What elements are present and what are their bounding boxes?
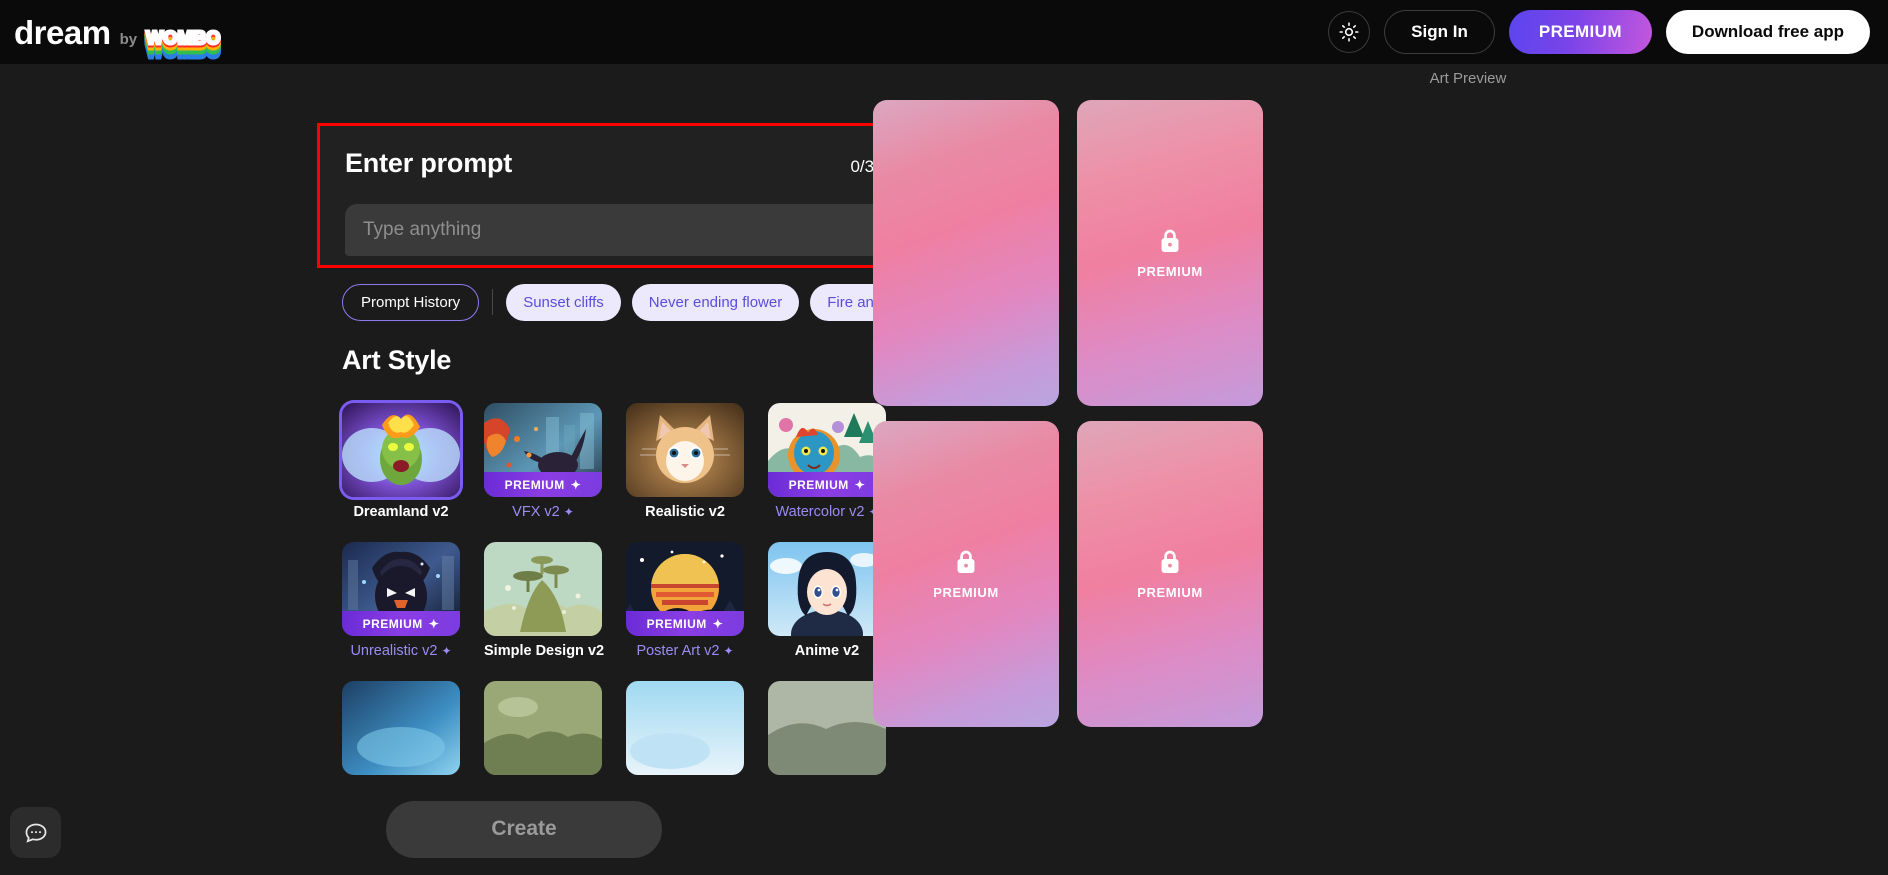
- art-style-card-unrealistic-v2[interactable]: PREMIUM ✦ Unrealistic v2 ✦: [342, 542, 460, 659]
- art-style-thumbnail: [484, 542, 602, 636]
- art-style-card-row3-8[interactable]: [342, 681, 460, 775]
- thumbnail-image: [626, 403, 744, 497]
- art-style-label: Simple Design v2: [484, 643, 605, 659]
- main-stage: Enter prompt 0/350 Prompt History Sunset…: [0, 64, 1888, 875]
- thumbnail-image: [768, 542, 886, 636]
- brand-dream-text: dream: [14, 13, 111, 51]
- art-preview-card[interactable]: PREMIUM: [1077, 421, 1263, 727]
- art-style-label: Poster Art v2 ✦: [636, 643, 734, 659]
- premium-badge-label: PREMIUM: [646, 616, 707, 631]
- art-style-label: Unrealistic v2 ✦: [350, 643, 452, 659]
- sparkle-icon: ✦: [723, 644, 734, 658]
- art-style-thumbnail: [342, 681, 460, 775]
- premium-lock-overlay: PREMIUM: [873, 548, 1059, 600]
- lock-icon: [1158, 548, 1182, 576]
- art-style-thumbnail: [626, 681, 744, 775]
- sparkle-icon: ✦: [428, 616, 440, 631]
- chip-divider: [492, 289, 494, 315]
- premium-badge: PREMIUM ✦: [768, 472, 886, 497]
- lock-icon: [954, 548, 978, 576]
- sparkle-icon: ✦: [712, 616, 724, 631]
- sign-in-button[interactable]: Sign In: [1384, 10, 1495, 54]
- enter-prompt-section: Enter prompt 0/350: [317, 123, 914, 268]
- art-style-card-watercolor-v2[interactable]: PREMIUM ✦ Watercolor v2 ✦: [768, 403, 886, 520]
- premium-lock-overlay: PREMIUM: [1077, 548, 1263, 600]
- art-style-thumbnail: [484, 681, 602, 775]
- create-button-bar: Create: [0, 783, 1048, 875]
- chat-support-button[interactable]: [10, 807, 61, 858]
- lock-icon: [1158, 227, 1182, 255]
- art-style-card-anime-v2[interactable]: Anime v2: [768, 542, 886, 659]
- art-style-card-simple-design-v2[interactable]: Simple Design v2: [484, 542, 605, 659]
- sparkle-icon: ✦: [563, 505, 574, 519]
- art-style-card-row3-11[interactable]: [768, 681, 886, 775]
- thumbnail-image: [768, 681, 886, 775]
- thumbnail-image: [342, 403, 460, 497]
- art-preview-card[interactable]: PREMIUM: [873, 421, 1059, 727]
- sparkle-icon: ✦: [854, 477, 866, 492]
- premium-lock-overlay: PREMIUM: [1077, 227, 1263, 279]
- brand-by-text: by: [119, 30, 138, 48]
- art-style-card-poster-art-v2[interactable]: PREMIUM ✦ Poster Art v2 ✦: [626, 542, 744, 659]
- art-style-label: Dreamland v2: [353, 504, 449, 520]
- art-style-thumbnail: [626, 403, 744, 497]
- art-style-grid: Dreamland v2 PREMIUM ✦ VFX v2 ✦ Realistic …: [342, 403, 908, 775]
- premium-badge-label: PREMIUM: [504, 477, 565, 492]
- art-style-thumbnail: PREMIUM ✦: [626, 542, 744, 636]
- sparkle-icon: ✦: [441, 644, 452, 658]
- art-style-thumbnail: PREMIUM ✦: [342, 542, 460, 636]
- premium-lock-label: PREMIUM: [1137, 585, 1203, 600]
- premium-badge: PREMIUM ✦: [342, 611, 460, 636]
- premium-button[interactable]: PREMIUM: [1508, 10, 1652, 54]
- thumbnail-image: [484, 681, 602, 775]
- chat-bubble-icon: [23, 820, 49, 846]
- art-style-thumbnail: [768, 681, 886, 775]
- app-header: dream by WOMBO Sign In PREMIUM Download …: [0, 0, 1888, 64]
- thumbnail-image: [342, 681, 460, 775]
- prompt-header-row: Enter prompt 0/350: [345, 148, 893, 179]
- premium-lock-label: PREMIUM: [1137, 264, 1203, 279]
- art-style-card-vfx-v2[interactable]: PREMIUM ✦ VFX v2 ✦: [484, 403, 602, 520]
- art-style-thumbnail: [768, 542, 886, 636]
- theme-toggle-button[interactable]: [1328, 11, 1371, 53]
- download-free-app-button[interactable]: Download free app: [1665, 10, 1870, 54]
- suggestion-chip-never-ending-flower[interactable]: Never ending flower: [631, 283, 800, 321]
- art-style-label: Anime v2: [794, 643, 860, 659]
- art-style-label: Realistic v2: [645, 504, 725, 520]
- sun-icon: [1338, 21, 1360, 43]
- art-style-label: VFX v2 ✦: [512, 504, 574, 520]
- art-preview-card[interactable]: [873, 100, 1059, 406]
- thumbnail-image: [626, 681, 744, 775]
- create-button[interactable]: Create: [386, 800, 662, 858]
- art-style-thumbnail: [342, 403, 460, 497]
- premium-badge: PREMIUM ✦: [484, 472, 602, 497]
- brand-wombo-text: WOMBO: [145, 27, 222, 48]
- prompt-history-button[interactable]: Prompt History: [342, 283, 480, 321]
- art-style-heading: Art Style: [342, 345, 452, 375]
- art-style-card-dreamland-v2[interactable]: Dreamland v2: [342, 403, 460, 520]
- premium-badge: PREMIUM ✦: [626, 611, 744, 636]
- art-style-thumbnail: PREMIUM ✦: [768, 403, 886, 497]
- premium-lock-label: PREMIUM: [933, 585, 999, 600]
- art-style-card-row3-9[interactable]: [484, 681, 602, 775]
- art-preview-panel: Art Preview PREMIUM PREMIUM PREMIUM: [873, 64, 1888, 875]
- prompt-suggestion-row: Prompt History Sunset cliffs Never endin…: [342, 282, 908, 322]
- art-preview-title: Art Preview: [1429, 70, 1507, 87]
- art-style-thumbnail: PREMIUM ✦: [484, 403, 602, 497]
- premium-badge-label: PREMIUM: [788, 477, 849, 492]
- premium-badge-label: PREMIUM: [362, 616, 423, 631]
- thumbnail-image: [484, 542, 602, 636]
- page-title: Enter prompt: [345, 148, 513, 178]
- art-style-label: Watercolor v2 ✦: [768, 504, 886, 520]
- art-style-card-realistic-v2[interactable]: Realistic v2: [626, 403, 744, 520]
- art-preview-grid: PREMIUM PREMIUM PREMIUM: [873, 100, 1263, 727]
- header-actions: Sign In PREMIUM Download free app: [1328, 10, 1870, 54]
- art-preview-card[interactable]: PREMIUM: [1077, 100, 1263, 406]
- prompt-input[interactable]: [345, 204, 894, 256]
- art-style-card-row3-10[interactable]: [626, 681, 744, 775]
- suggestion-chip-sunset-cliffs[interactable]: Sunset cliffs: [506, 283, 621, 321]
- sparkle-icon: ✦: [570, 477, 582, 492]
- brand-logo[interactable]: dream by WOMBO: [14, 13, 222, 51]
